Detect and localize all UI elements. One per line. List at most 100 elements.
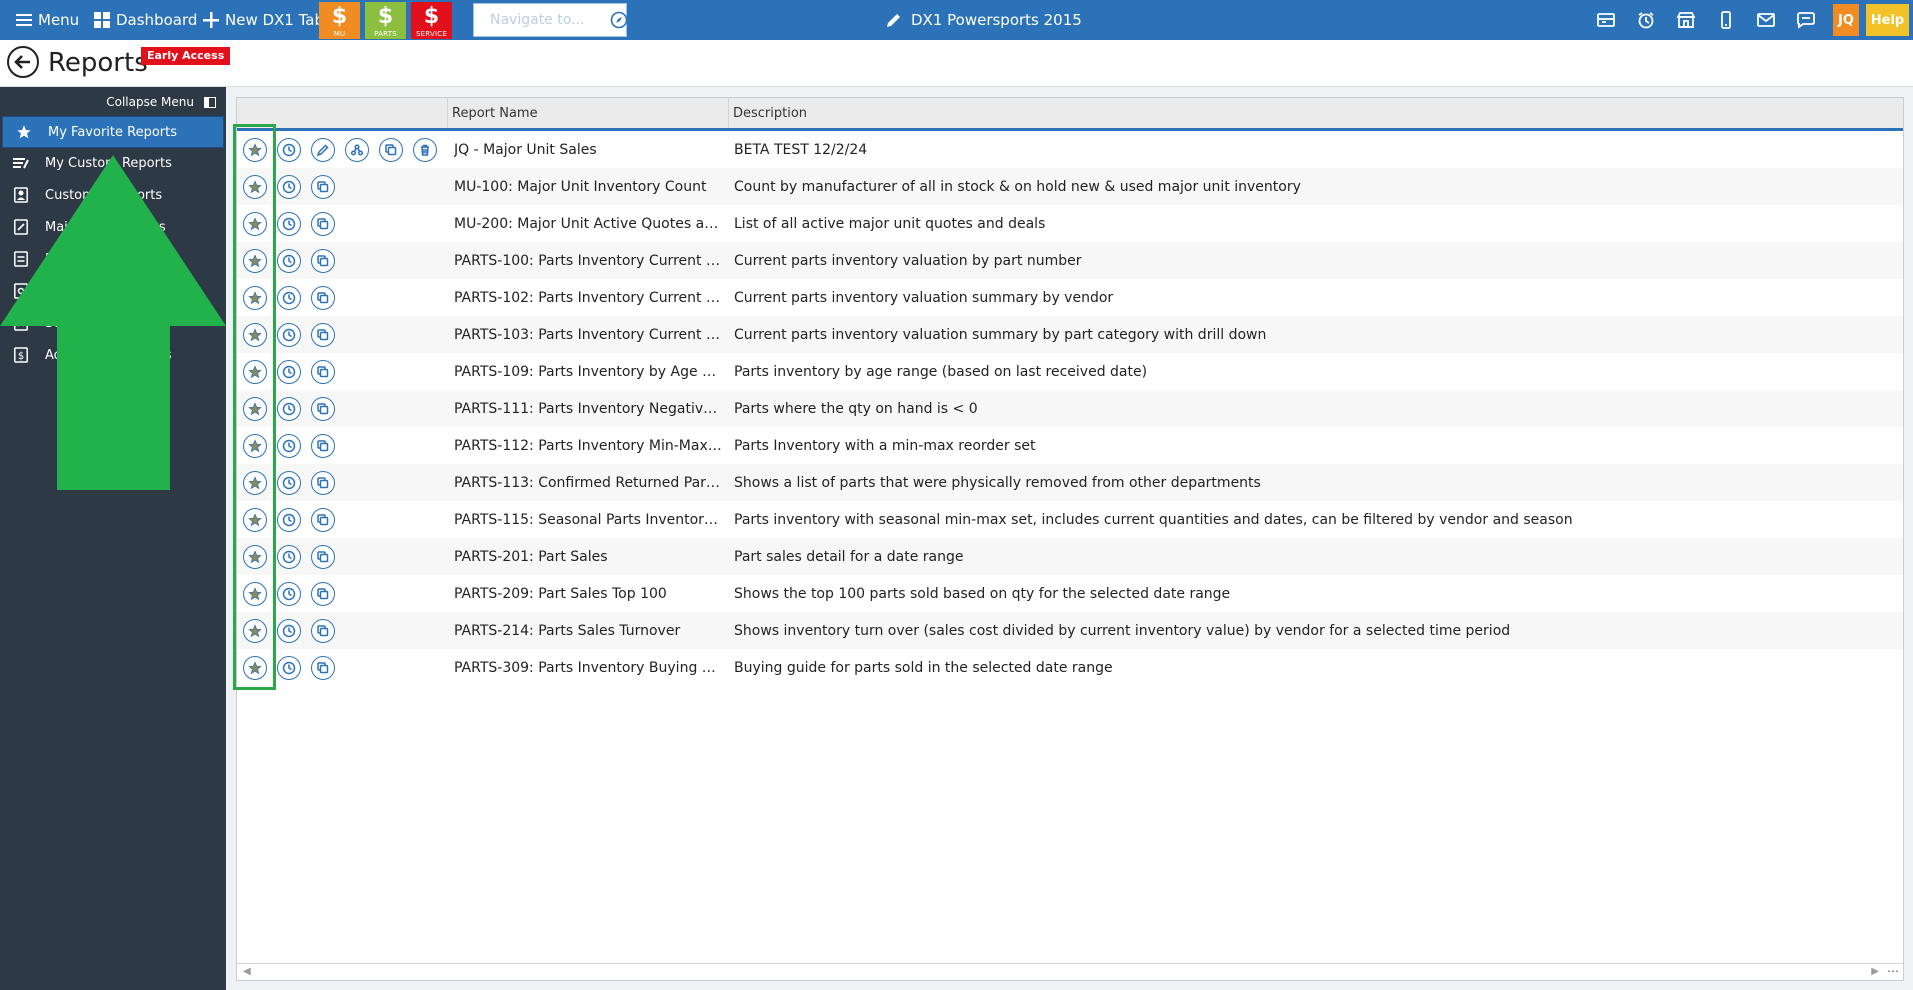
schedule-clock-icon[interactable] [277, 138, 301, 162]
favorite-star-icon[interactable] [243, 323, 267, 347]
copy-report-icon[interactable] [311, 360, 335, 384]
schedule-clock-icon[interactable] [277, 323, 301, 347]
table-row[interactable]: PARTS-201: Part Sales Part sales detail f… [237, 538, 1903, 575]
report-name-cell[interactable]: PARTS-309: Parts Inventory Buying Guide [454, 660, 724, 676]
table-row[interactable]: PARTS-111: Parts Inventory Negative Qty … [237, 390, 1903, 427]
schedule-clock-icon[interactable] [277, 175, 301, 199]
report-name-cell[interactable]: PARTS-115: Seasonal Parts Inventory Min-… [454, 512, 724, 528]
report-name-cell[interactable]: JQ - Major Unit Sales [454, 142, 724, 158]
copy-report-icon[interactable] [311, 508, 335, 532]
table-row[interactable]: PARTS-112: Parts Inventory Min-Max ReO..… [237, 427, 1903, 464]
table-row[interactable]: PARTS-109: Parts Inventory by Age Range P… [237, 353, 1903, 390]
favorite-star-icon[interactable] [243, 471, 267, 495]
copy-report-icon[interactable] [311, 471, 335, 495]
report-name-cell[interactable]: PARTS-209: Part Sales Top 100 [454, 586, 724, 602]
help-button[interactable]: Help [1866, 4, 1909, 36]
table-row[interactable]: MU-100: Major Unit Inventory Count Count … [237, 168, 1903, 205]
more-options-icon[interactable]: ⋯ [1887, 964, 1899, 978]
chat-bubble-icon[interactable] [1796, 11, 1816, 29]
report-name-cell[interactable]: PARTS-109: Parts Inventory by Age Range [454, 364, 724, 380]
navigate-field[interactable] [473, 3, 628, 37]
sidebar-item-customer-reports[interactable]: Customer Reports [0, 179, 226, 211]
table-row[interactable]: PARTS-103: Parts Inventory Current Valua… [237, 316, 1903, 353]
schedule-clock-icon[interactable] [277, 397, 301, 421]
favorite-star-icon[interactable] [243, 286, 267, 310]
schedule-clock-icon[interactable] [277, 212, 301, 236]
mail-icon[interactable] [1756, 11, 1776, 29]
report-name-cell[interactable]: PARTS-113: Confirmed Returned Parts fro.… [454, 475, 724, 491]
schedule-clock-icon[interactable] [277, 249, 301, 273]
back-button[interactable] [7, 46, 39, 78]
new-tab-button[interactable]: New DX1 Tab [203, 0, 324, 40]
favorite-star-icon[interactable] [243, 508, 267, 532]
sidebar-item-major-unit-reports[interactable]: Major Unit Reports [0, 211, 226, 243]
copy-report-icon[interactable] [311, 175, 335, 199]
favorite-star-icon[interactable] [243, 212, 267, 236]
compass-icon[interactable] [610, 11, 628, 29]
report-name-cell[interactable]: PARTS-100: Parts Inventory Current Valua… [454, 253, 724, 269]
quick-service-button[interactable]: $ SERVICE [411, 2, 452, 39]
table-row[interactable]: MU-200: Major Unit Active Quotes and D..… [237, 205, 1903, 242]
report-name-cell[interactable]: PARTS-111: Parts Inventory Negative Qty … [454, 401, 724, 417]
report-name-cell[interactable]: MU-100: Major Unit Inventory Count [454, 179, 724, 195]
report-name-cell[interactable]: PARTS-102: Parts Inventory Current Valua… [454, 290, 724, 306]
report-name-cell[interactable]: MU-200: Major Unit Active Quotes and D..… [454, 216, 724, 232]
copy-report-icon[interactable] [311, 619, 335, 643]
report-name-cell[interactable]: PARTS-103: Parts Inventory Current Valua… [454, 327, 724, 343]
favorite-star-icon[interactable] [243, 619, 267, 643]
alarm-clock-icon[interactable] [1636, 11, 1656, 29]
quick-parts-button[interactable]: $ PARTS [365, 2, 406, 39]
table-row[interactable]: PARTS-113: Confirmed Returned Parts fro.… [237, 464, 1903, 501]
delete-trash-icon[interactable] [413, 138, 437, 162]
scroll-right-icon[interactable]: ▶ [1871, 966, 1879, 977]
copy-report-icon[interactable] [311, 545, 335, 569]
favorite-star-icon[interactable] [243, 656, 267, 680]
schedule-clock-icon[interactable] [277, 619, 301, 643]
horizontal-scrollbar[interactable]: ◀ ▶ ⋯ [237, 963, 1903, 980]
schedule-clock-icon[interactable] [277, 656, 301, 680]
favorite-star-icon[interactable] [243, 360, 267, 384]
mobile-phone-icon[interactable] [1716, 11, 1736, 29]
favorite-star-icon[interactable] [243, 397, 267, 421]
favorite-star-icon[interactable] [243, 249, 267, 273]
table-row[interactable]: PARTS-100: Parts Inventory Current Valua… [237, 242, 1903, 279]
sidebar-item-deal-reports[interactable]: Deal Reports [0, 243, 226, 275]
schedule-clock-icon[interactable] [277, 508, 301, 532]
report-name-cell[interactable]: PARTS-214: Parts Sales Turnover [454, 623, 724, 639]
favorite-star-icon[interactable] [243, 175, 267, 199]
sidebar-item-custom-reports[interactable]: My Custom Reports [0, 147, 226, 179]
table-row[interactable]: PARTS-309: Parts Inventory Buying Guide B… [237, 649, 1903, 686]
share-icon[interactable] [345, 138, 369, 162]
copy-report-icon[interactable] [379, 138, 403, 162]
copy-report-icon[interactable] [311, 582, 335, 606]
schedule-clock-icon[interactable] [277, 360, 301, 384]
report-name-cell[interactable]: PARTS-201: Part Sales [454, 549, 724, 565]
copy-report-icon[interactable] [311, 656, 335, 680]
register-icon[interactable] [1596, 11, 1616, 29]
table-row[interactable]: PARTS-102: Parts Inventory Current Valua… [237, 279, 1903, 316]
sidebar-item-favorite-reports[interactable]: My Favorite Reports [2, 116, 224, 148]
table-row[interactable]: JQ - Major Unit Sales BETA TEST 12/2/24 [237, 131, 1903, 168]
report-name-column-header[interactable]: Report Name [447, 98, 728, 128]
table-row[interactable]: PARTS-214: Parts Sales Turnover Shows inv… [237, 612, 1903, 649]
sidebar-item-service-reports[interactable]: Service Reports [0, 307, 226, 339]
copy-report-icon[interactable] [311, 286, 335, 310]
quick-mu-button[interactable]: $ MU [319, 2, 360, 39]
storefront-icon[interactable] [1676, 11, 1696, 29]
table-row[interactable]: PARTS-115: Seasonal Parts Inventory Min-… [237, 501, 1903, 538]
schedule-clock-icon[interactable] [277, 286, 301, 310]
favorite-star-icon[interactable] [243, 545, 267, 569]
sidebar-item-accounting-reports[interactable]: $ Accounting Reports [0, 339, 226, 371]
favorite-star-icon[interactable] [243, 138, 267, 162]
copy-report-icon[interactable] [311, 397, 335, 421]
report-name-cell[interactable]: PARTS-112: Parts Inventory Min-Max ReO..… [454, 438, 724, 454]
app-title[interactable]: DX1 Powersports 2015 [885, 0, 1082, 40]
favorite-star-icon[interactable] [243, 582, 267, 606]
copy-report-icon[interactable] [311, 249, 335, 273]
menu-button[interactable]: Menu [16, 0, 79, 40]
copy-report-icon[interactable] [311, 212, 335, 236]
user-avatar[interactable]: JQ [1833, 4, 1859, 36]
schedule-clock-icon[interactable] [277, 471, 301, 495]
collapse-menu-button[interactable]: Collapse Menu [106, 95, 216, 109]
favorite-star-icon[interactable] [243, 434, 267, 458]
